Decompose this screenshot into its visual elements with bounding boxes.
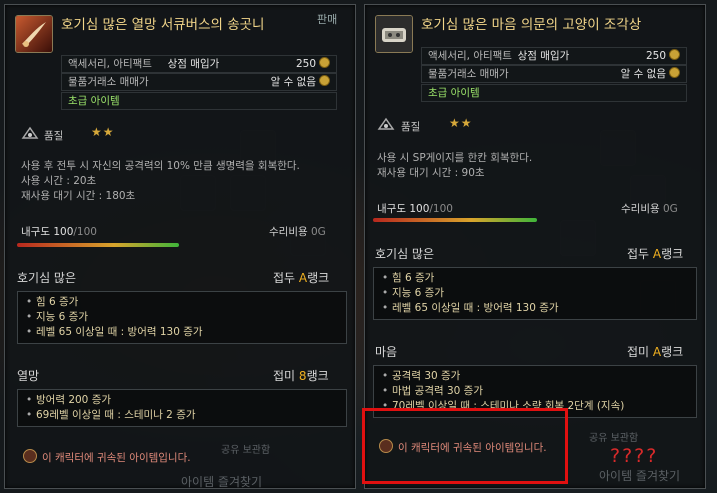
coin-icon: [319, 75, 330, 86]
bound-icon: [23, 449, 37, 463]
desc-line: 사용 시간 : 20초: [21, 175, 97, 187]
durability-bar: [17, 243, 179, 247]
shop-price-label: 상점 매입가: [167, 58, 220, 70]
item-title: 호기심 많은 열망 서큐버스의 송곳니: [61, 17, 265, 33]
repair-cost: 수리비용 0G: [269, 226, 326, 238]
prefix-stats: 힘 6 증가 지능 6 증가 레벨 65 이상일 때 : 방어력 130 증가: [17, 291, 347, 344]
category-row: 액세서리, 아티팩트 상점 매입가 250: [421, 47, 687, 65]
item-icon-cat-statue: [375, 15, 413, 53]
suffix-name: 마음: [375, 345, 398, 359]
desc-line: 재사용 대기 시간 : 90초: [377, 167, 485, 179]
stat-line: 레벨 65 이상일 때 : 방어력 130 증가: [26, 325, 338, 340]
repair-cost: 수리비용 0G: [621, 203, 678, 215]
quality-icon: [377, 117, 395, 130]
stat-line: 공격력 30 증가: [382, 369, 688, 384]
suffix-rank: 접미 8랭크: [273, 369, 329, 383]
prefix-name: 호기심 많은: [375, 247, 435, 261]
tier-label: 초급 아이템: [428, 87, 480, 99]
bound-notice: 이 캐릭터에 귀속된 아이템입니다.: [23, 449, 191, 465]
durability-bar: [373, 218, 537, 222]
suffix-rank: 접미 A랭크: [627, 345, 684, 359]
coin-icon: [669, 49, 680, 60]
sell-tab[interactable]: 판매: [317, 11, 337, 27]
trade-row: 물품거래소 매매가 알 수 없음: [61, 73, 337, 91]
prefix-name: 호기심 많은: [17, 271, 77, 285]
shared-storage-tab[interactable]: 공유 보관함: [589, 429, 638, 444]
item-description: 사용 후 전투 시 자신의 공격력의 10% 만큼 생명력을 회복한다. 사용 …: [21, 159, 300, 204]
quality-stars: ★★: [449, 116, 473, 130]
item-icon-fang: [15, 15, 53, 53]
trade-value: 알 수 없음: [270, 76, 316, 88]
tier-row: 초급 아이템: [61, 92, 337, 110]
question-annotation: ????: [610, 445, 659, 467]
durability-max: /100: [429, 203, 453, 215]
stat-line: 힘 6 증가: [26, 295, 338, 310]
stat-line: 레벨 65 이상일 때 : 방어력 130 증가: [382, 301, 688, 316]
category-row: 액세서리, 아티팩트 상점 매입가 250: [61, 55, 337, 73]
highlight-box: [362, 408, 568, 484]
coin-icon: [669, 67, 680, 78]
quality-icon: [21, 126, 39, 139]
item-tooltip-left: 판매 호기심 많은 열망 서큐버스의 송곳니 액세서리, 아티팩트 상점 매입가…: [4, 4, 356, 489]
shop-price: 250: [645, 50, 666, 62]
shop-price-label: 상점 매입가: [517, 50, 570, 62]
durability-cur: 100: [53, 226, 74, 238]
stat-line: 힘 6 증가: [382, 271, 688, 286]
desc-line: 재사용 대기 시간 : 180초: [21, 190, 136, 202]
item-title: 호기심 많은 마음 의문의 고양이 조각상: [421, 17, 642, 33]
stat-line: 방어력 200 증가: [26, 393, 338, 408]
durability-fill: [17, 243, 179, 247]
durability-cur: 100: [409, 203, 430, 215]
prefix-rank: 접두 A랭크: [627, 247, 684, 261]
quality-label: 품질: [44, 130, 64, 142]
durability-fill: [373, 218, 537, 222]
trade-label: 물품거래소 매매가: [428, 68, 509, 80]
category-text: 액세서리, 아티팩트: [428, 50, 512, 62]
stat-line: 지능 6 증가: [26, 310, 338, 325]
tier-row: 초급 아이템: [421, 84, 687, 102]
durability-max: /100: [73, 226, 97, 238]
coin-icon: [319, 57, 330, 68]
quality-label: 품질: [401, 121, 421, 133]
prefix-stats: 힘 6 증가 지능 6 증가 레벨 65 이상일 때 : 방어력 130 증가: [373, 267, 697, 320]
tier-label: 초급 아이템: [68, 95, 120, 107]
desc-line: 사용 후 전투 시 자신의 공격력의 10% 만큼 생명력을 회복한다.: [21, 160, 300, 172]
trade-value: 알 수 없음: [620, 68, 666, 80]
favorites-tab[interactable]: 아이템 즐겨찾기: [181, 473, 262, 490]
stat-line: 69레벨 이상일 때 : 스테미나 2 증가: [26, 408, 338, 423]
durability: 내구도 100/100: [21, 226, 97, 238]
prefix-rank: 접두 A랭크: [273, 271, 330, 285]
suffix-stats: 방어력 200 증가 69레벨 이상일 때 : 스테미나 2 증가: [17, 389, 347, 427]
stat-line: 마법 공격력 30 증가: [382, 384, 688, 399]
item-description: 사용 시 SP게이지를 한칸 회복한다. 재사용 대기 시간 : 90초: [377, 151, 532, 181]
stat-line: 지능 6 증가: [382, 286, 688, 301]
desc-line: 사용 시 SP게이지를 한칸 회복한다.: [377, 152, 533, 164]
suffix-name: 열망: [17, 369, 40, 383]
trade-label: 물품거래소 매매가: [68, 76, 149, 88]
durability: 내구도 100/100: [377, 203, 453, 215]
shared-storage-tab[interactable]: 공유 보관함: [221, 441, 270, 456]
favorites-tab[interactable]: 아이템 즐겨찾기: [599, 467, 680, 484]
trade-row: 물품거래소 매매가 알 수 없음: [421, 65, 687, 83]
quality-stars: ★★: [91, 125, 115, 139]
category-text: 액세서리, 아티팩트: [68, 58, 152, 70]
shop-price: 250: [295, 58, 316, 70]
